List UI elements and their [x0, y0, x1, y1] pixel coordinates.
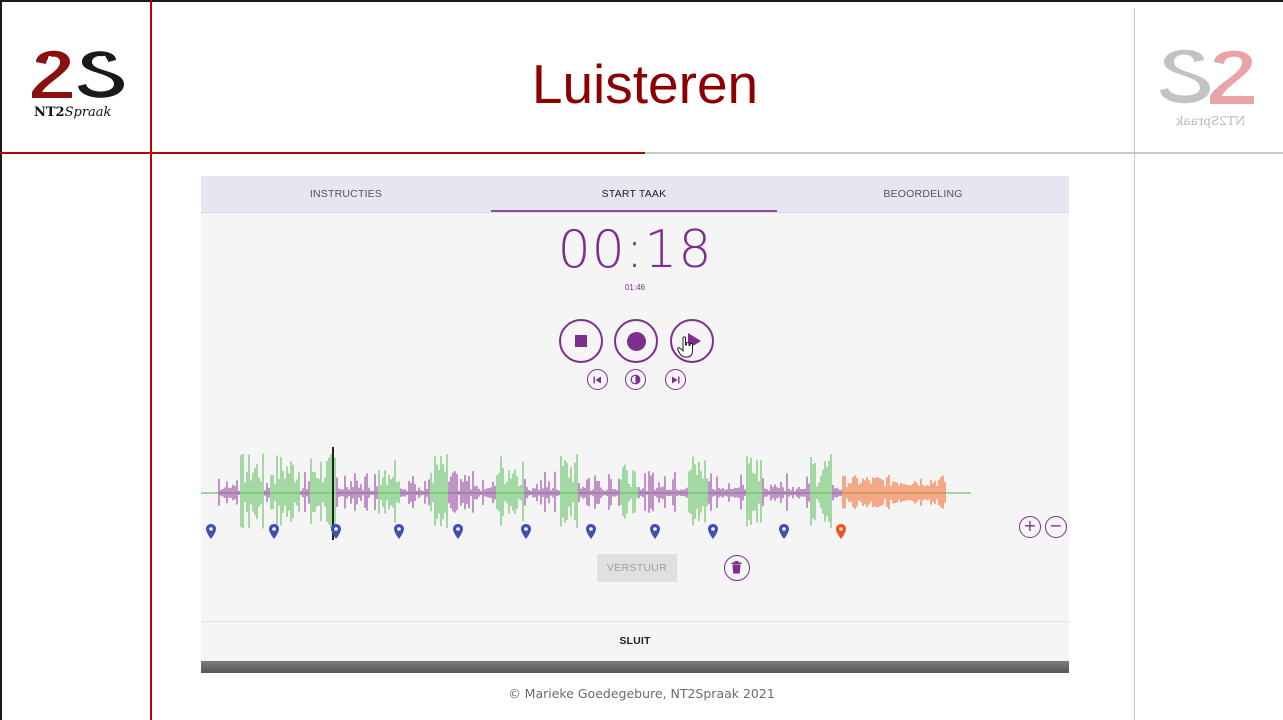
- location-pin-icon[interactable]: [708, 524, 718, 540]
- stop-button[interactable]: [559, 319, 603, 363]
- logo-caption-mirrored: NT2Spraak: [1176, 114, 1246, 128]
- s2-logo-mark: [32, 50, 124, 98]
- location-pin-icon[interactable]: [779, 524, 789, 540]
- delete-button[interactable]: [724, 555, 750, 581]
- skip-forward-icon: [672, 376, 680, 383]
- location-pin-icon[interactable]: [453, 524, 463, 540]
- skip-back-icon: [593, 376, 601, 383]
- red-horizontal-divider: [0, 152, 645, 154]
- location-pin-icon[interactable]: [206, 524, 216, 540]
- tab-bar: INSTRUCTIES START TAAK BEOORDELING: [201, 176, 1069, 213]
- tab-beoordeling[interactable]: BEOORDELING: [777, 176, 1069, 213]
- logo-caption: NT2Spraak: [34, 105, 112, 120]
- zoom-out-button[interactable]: −: [1045, 516, 1067, 538]
- skip-back-button[interactable]: [587, 369, 608, 390]
- grey-horizontal-divider: [645, 152, 1283, 154]
- location-pin-icon[interactable]: [650, 524, 660, 540]
- record-icon: [626, 331, 646, 351]
- footer-divider: [201, 621, 1069, 622]
- tab-start-taak[interactable]: START TAAK: [491, 176, 777, 213]
- stop-icon: [575, 335, 587, 347]
- red-vertical-divider: [150, 0, 152, 720]
- slide-left-border: [0, 0, 2, 720]
- hand-cursor-icon: [677, 336, 693, 358]
- recorder-app: INSTRUCTIES START TAAK BEOORDELING 00:18…: [201, 176, 1069, 673]
- slide-title: Luisteren: [531, 53, 759, 115]
- trash-icon: [731, 561, 742, 574]
- nt2spraak-logo-faded: NT2Spraak: [1158, 44, 1268, 139]
- grey-vertical-divider: [1134, 8, 1135, 720]
- record-mode-icon: [630, 374, 641, 385]
- record-mode-button[interactable]: [625, 369, 646, 390]
- location-pin-icon[interactable]: [586, 524, 596, 540]
- slide-top-border: [0, 0, 1283, 2]
- location-pin-icon[interactable]: [394, 524, 404, 540]
- zoom-in-button[interactable]: +: [1019, 516, 1041, 538]
- active-tab-indicator: [491, 210, 777, 212]
- location-pin-icon[interactable]: [836, 524, 846, 540]
- send-button[interactable]: VERSTUUR: [597, 554, 677, 582]
- location-pin-icon[interactable]: [269, 524, 279, 540]
- tab-instructies[interactable]: INSTRUCTIES: [201, 176, 491, 213]
- close-button[interactable]: SLUIT: [201, 623, 1069, 660]
- window-bottom-bar: [201, 661, 1069, 673]
- location-pin-icon[interactable]: [521, 524, 531, 540]
- record-button[interactable]: [614, 319, 658, 363]
- total-duration: 01:46: [624, 283, 646, 292]
- location-pin-icon[interactable]: [331, 524, 341, 540]
- nt2spraak-logo: NT2Spraak: [28, 44, 128, 134]
- elapsed-time: 00:18: [557, 220, 713, 280]
- s2-logo-mark-faded: [1160, 49, 1254, 104]
- skip-forward-button[interactable]: [665, 369, 686, 390]
- copyright-footer: © Marieke Goedegebure, NT2Spraak 2021: [508, 686, 775, 701]
